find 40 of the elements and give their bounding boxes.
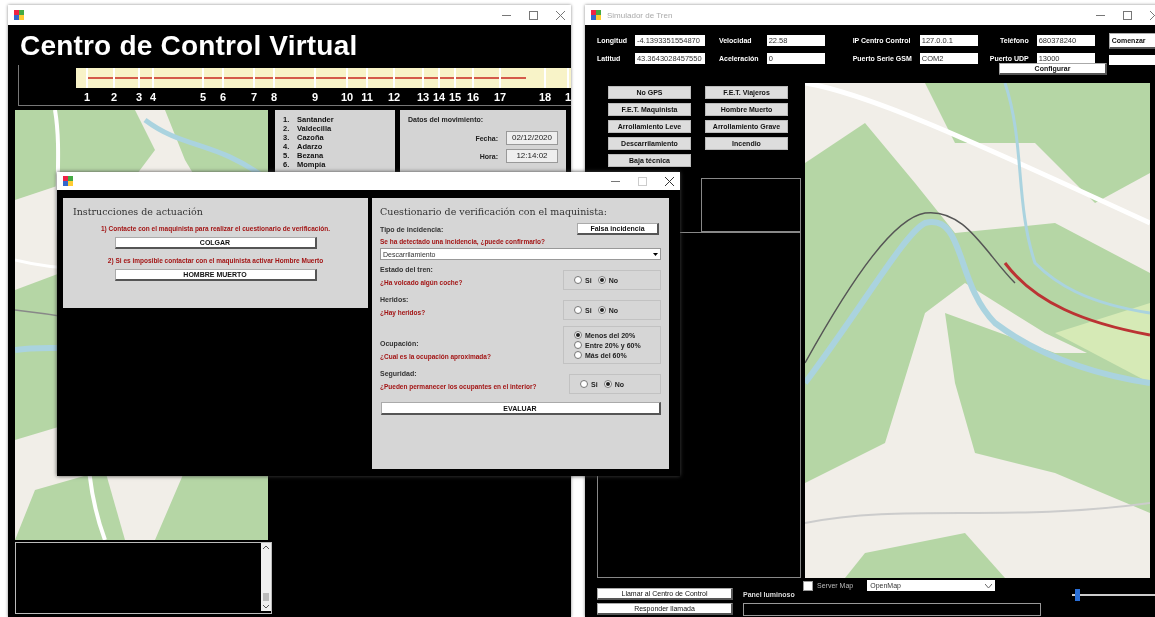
app-icon	[63, 176, 73, 186]
station-number: 1	[564, 91, 572, 103]
input-field[interactable]	[1108, 55, 1155, 65]
station-number: 14	[432, 91, 446, 103]
station-number: 17	[493, 91, 507, 103]
station-number: 10	[340, 91, 354, 103]
input-field[interactable]: 02/12/2020	[506, 131, 558, 145]
station-number: 2	[110, 91, 118, 103]
checkbox[interactable]	[803, 580, 813, 591]
scrollbar[interactable]	[261, 543, 271, 611]
slider-thumb[interactable]	[1075, 589, 1081, 601]
station-number: 7	[250, 91, 258, 103]
station-number: 12	[387, 91, 401, 103]
maximize-icon[interactable]	[1123, 10, 1132, 20]
panel-title: Instrucciones de actuación	[73, 206, 203, 217]
station-number: 1	[83, 91, 91, 103]
app-icon	[591, 10, 601, 20]
station-number: 6	[219, 91, 227, 103]
station-number: 5	[199, 91, 207, 103]
app-title: Centro de Control Virtual	[20, 30, 358, 62]
maximize-icon[interactable]	[529, 10, 538, 20]
input-field[interactable]: 12:14:02	[506, 149, 558, 163]
minimize-icon[interactable]	[1096, 14, 1105, 16]
station-number: 16	[466, 91, 480, 103]
station-number: 15	[448, 91, 462, 103]
station-number: 18	[538, 91, 552, 103]
station-number: 4	[149, 91, 157, 103]
app-icon	[14, 10, 24, 20]
minimize-icon[interactable]	[502, 14, 511, 16]
panel-title: Cuestionario de verificación con el maquinista:	[380, 206, 608, 217]
station-number: 3	[135, 91, 143, 103]
station-number: 13	[416, 91, 430, 103]
window-title: Simulador de Tren	[607, 10, 673, 20]
station-number: 9	[311, 91, 319, 103]
station-number: 11	[361, 91, 373, 103]
caret-icon	[985, 583, 993, 588]
caret-icon	[653, 252, 658, 256]
station-number: 8	[270, 91, 278, 103]
close-icon[interactable]	[665, 176, 674, 186]
minimize-icon[interactable]	[611, 180, 620, 182]
